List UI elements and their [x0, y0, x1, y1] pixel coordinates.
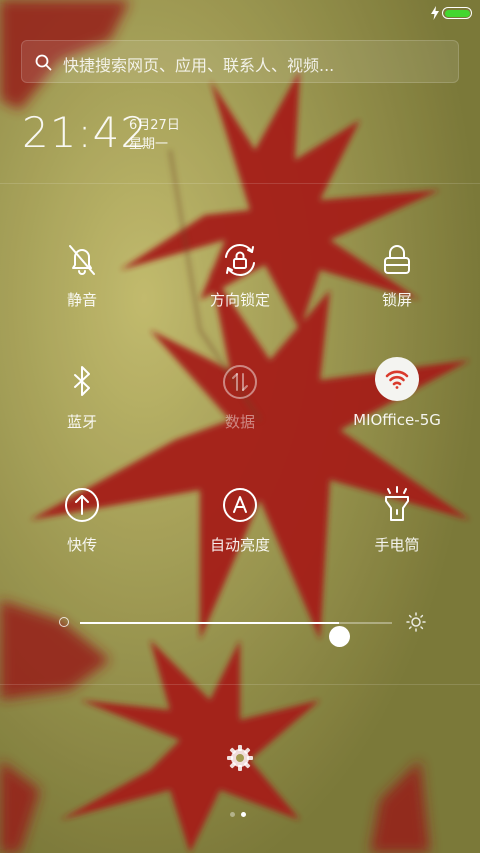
lightning-icon — [431, 6, 439, 20]
toggle-wifi[interactable]: MIOffice-5G — [322, 357, 472, 457]
auto-brightness-icon — [223, 488, 257, 522]
brightness-track[interactable] — [80, 622, 392, 647]
divider-bottom — [0, 684, 480, 685]
toggle-quick-transfer[interactable]: 快传 — [7, 483, 157, 583]
toggle-wifi-label: MIOffice-5G — [353, 411, 441, 429]
search-placeholder: 快捷搜索网页、应用、联系人、视频... — [63, 56, 335, 75]
toggle-quick-transfer-label: 快传 — [66, 536, 97, 554]
clock-date: 6月27日 — [129, 118, 180, 133]
mobile-data-icon — [223, 365, 257, 399]
toggle-lock-screen[interactable]: 锁屏 — [322, 238, 472, 338]
divider-top — [0, 183, 480, 184]
brightness-high-icon — [406, 612, 426, 632]
clock-date-block[interactable]: 6月27日 星期一 — [129, 116, 180, 154]
bluetooth-icon — [74, 366, 90, 396]
battery-icon — [442, 7, 472, 19]
toggle-lock-screen-label: 锁屏 — [381, 291, 412, 309]
toggle-mute[interactable]: 静音 — [7, 238, 157, 338]
toggle-flashlight[interactable]: 手电筒 — [322, 483, 472, 583]
gear-icon[interactable] — [225, 743, 255, 773]
toggle-bluetooth[interactable]: 蓝牙 — [7, 360, 157, 460]
toggle-auto-brightness-label: 自动亮度 — [209, 536, 270, 554]
toggle-mute-label: 静音 — [66, 291, 97, 309]
search-icon — [35, 54, 52, 71]
page-indicator[interactable] — [230, 812, 250, 818]
toggle-rotation-lock-label: 方向锁定 — [209, 291, 270, 309]
lock-icon — [384, 245, 410, 274]
mute-bell-icon — [69, 245, 95, 275]
brightness-fill — [80, 622, 339, 624]
rotation-lock-icon — [225, 243, 255, 277]
wifi-toggle-active — [375, 357, 419, 401]
wifi-icon — [385, 370, 409, 389]
toggle-bluetooth-label: 蓝牙 — [66, 413, 97, 431]
toggle-mobile-data[interactable]: 数据 — [165, 360, 315, 460]
brightness-low-icon — [59, 617, 69, 627]
page-dot-1 — [230, 812, 235, 817]
brightness-slider[interactable] — [56, 608, 426, 647]
quick-transfer-icon — [65, 488, 99, 522]
brightness-thumb[interactable] — [328, 626, 350, 647]
status-bar — [0, 0, 480, 26]
page-dot-2 — [241, 812, 246, 817]
toggle-rotation-lock[interactable]: 方向锁定 — [165, 238, 315, 338]
flashlight-icon — [385, 486, 409, 521]
toggle-mobile-data-label: 数据 — [224, 413, 255, 431]
toggle-auto-brightness[interactable]: 自动亮度 — [165, 483, 315, 583]
battery-level — [444, 9, 470, 17]
search-bar[interactable]: 快捷搜索网页、应用、联系人、视频... — [21, 40, 459, 83]
clock-weekday: 星期一 — [129, 137, 169, 152]
toggle-flashlight-label: 手电筒 — [374, 536, 420, 554]
